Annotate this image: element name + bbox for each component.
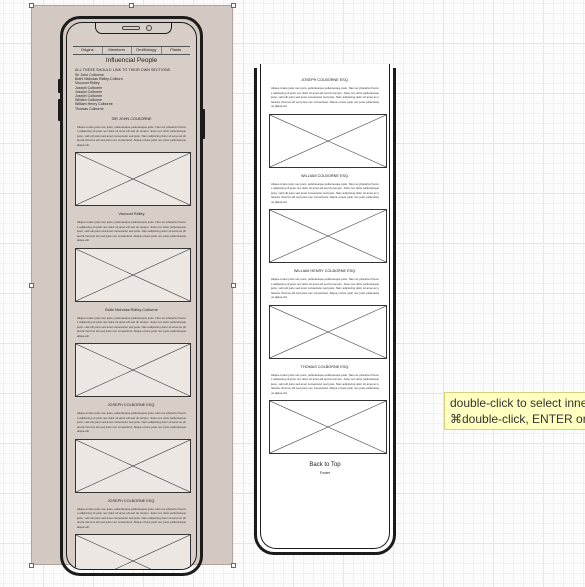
resize-handle-top-right[interactable] [231, 3, 236, 8]
page-title: Influencial People [105, 57, 158, 64]
image-placeholder [269, 113, 387, 168]
resize-handle-top-center[interactable] [129, 3, 134, 8]
back-to-top-link[interactable]: Back to Top [269, 462, 381, 468]
section-paragraph: Aliqua ornare justo nec justo, pellentes… [271, 181, 379, 204]
tooltip: double-click to select inner objects ⌘do… [444, 392, 585, 430]
people-list: Sir John Colborne Bothi Nicholas Ridley-C… [75, 73, 188, 111]
phone-notch [95, 23, 172, 34]
camera-icon [146, 25, 152, 31]
phone-side-button [58, 79, 61, 93]
phone-side-button [202, 109, 205, 139]
resize-handle-top-left[interactable] [29, 3, 34, 8]
nav-tab-plants[interactable]: Plants [162, 47, 191, 54]
phone-screen-2: JOSEPH COLBORNE ESQ. Aliqua ornare justo … [260, 64, 390, 549]
resize-handle-mid-right[interactable] [231, 283, 236, 288]
section-title: WILLIAM COLBORNE ESQ. [300, 173, 350, 178]
section-title: JOSEPH COLBORNE ESQ. [301, 78, 349, 82]
section-paragraph: Aliqua ornare justo nec justo, pellentes… [77, 506, 186, 529]
tooltip-line-2: ⌘double-click, ENTER or ESC to edit [450, 412, 585, 426]
section-title: Viscount Ridley [118, 212, 145, 217]
image-placeholder [75, 247, 191, 302]
image-placeholder [269, 304, 387, 359]
people-list-item[interactable]: Thomas Colborne [75, 107, 188, 111]
resize-handle-bottom-right[interactable] [231, 563, 236, 568]
section-title: SIR JOHN COLBORNE [111, 116, 152, 121]
nav-tab-origins[interactable]: Origins [73, 47, 103, 54]
tooltip-line-1: double-click to select inner objects [450, 396, 585, 410]
image-placeholder [75, 152, 191, 207]
nav-tab-ornithology[interactable]: Ornithology [132, 47, 162, 54]
section-paragraph: Aliqua ornare justo nec justo, pellentes… [271, 86, 379, 108]
image-placeholder [269, 209, 387, 263]
section-paragraph: Aliqua ornare justo nec justo, pellentes… [77, 411, 186, 434]
phone-side-button [58, 99, 61, 121]
section-paragraph: Aliqua ornare justo nec justo, pellentes… [77, 220, 186, 243]
section-title: JOSEPH COLBORNE ESQ. [107, 403, 156, 408]
section-title: THOMAS COLBORNE ESQ. [300, 364, 350, 369]
section-title: JOSEPH COLBORNE ESQ. [107, 498, 156, 503]
section-title: Bothi Nicholas Ridley-Colborne [105, 307, 158, 312]
nav-tab-members[interactable]: Members [103, 47, 132, 54]
image-placeholder [269, 400, 387, 454]
speaker-icon [122, 26, 140, 30]
sections: SIR JOHN COLBORNE Aliqua ornare justo nec… [75, 116, 191, 569]
phone-mockup-1[interactable]: Origins Members Ornithology Plants Influenc… [58, 16, 205, 576]
resize-handle-mid-left[interactable] [29, 283, 34, 288]
image-placeholder [75, 438, 191, 493]
phone-mockup-2[interactable]: JOSEPH COLBORNE ESQ. Aliqua ornare justo … [254, 64, 396, 555]
image-placeholder [75, 343, 191, 398]
page-content: Influencial People ALL THESE SHOULD LINK… [75, 54, 191, 569]
section-paragraph: Aliqua ornare justo nec justo, pellentes… [271, 372, 379, 395]
footer: Footer [319, 471, 331, 475]
page-content: JOSEPH COLBORNE ESQ. Aliqua ornare justo … [269, 72, 387, 475]
section-title: WILLIAM HENRY COLBORNE ESQ. [293, 269, 357, 273]
image-placeholder [75, 534, 191, 569]
resize-handle-bottom-left[interactable] [29, 563, 34, 568]
section-paragraph: Aliqua ornare justo nec justo, pellentes… [77, 315, 186, 338]
phone-screen-1: Origins Members Ornithology Plants Influenc… [66, 22, 197, 570]
sections: JOSEPH COLBORNE ESQ. Aliqua ornare justo … [269, 78, 387, 454]
section-paragraph: Aliqua ornare justo nec justo, pellentes… [271, 277, 379, 299]
subtitle: ALL THESE SHOULD LINK TO THEIR OWN SECTI… [75, 68, 171, 72]
section-paragraph: Aliqua ornare justo nec justo, pellentes… [77, 124, 186, 147]
